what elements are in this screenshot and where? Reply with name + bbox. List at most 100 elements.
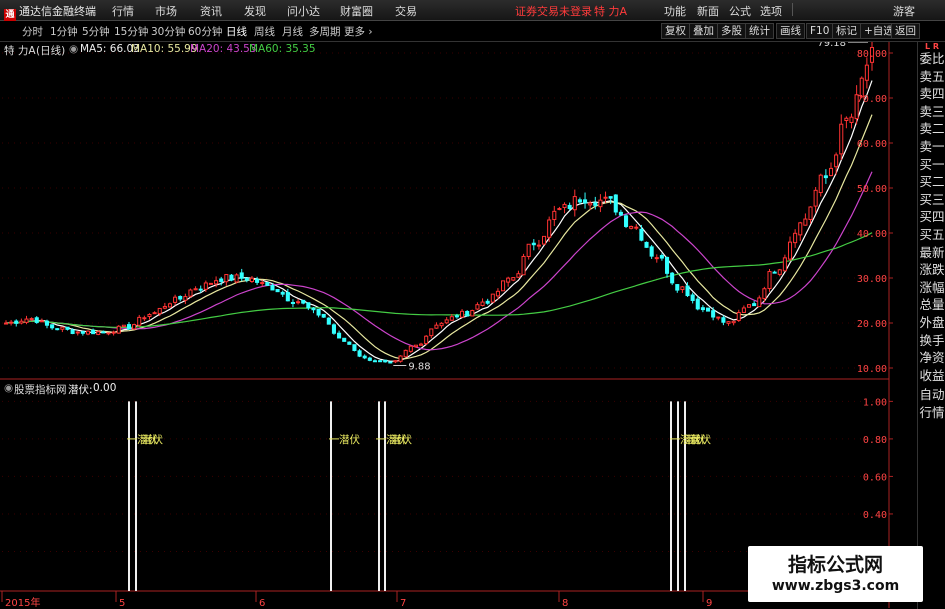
signal-bar-2 — [330, 401, 332, 591]
back-button[interactable]: 返回 — [891, 23, 920, 39]
up-candle — [75, 331, 80, 334]
sidebar-item-8[interactable]: 买三 — [918, 189, 945, 208]
up-candle — [111, 331, 116, 334]
menu-trade[interactable]: 交易 — [395, 3, 417, 19]
menu-formula[interactable]: 公式 — [729, 3, 751, 19]
current-stock: 特 力A — [594, 5, 628, 18]
sidebar-item-14[interactable]: 总量 — [918, 294, 945, 313]
adjust-button[interactable]: 复权 — [661, 23, 690, 39]
tab-30min[interactable]: 30分钟 — [151, 24, 185, 39]
up-candle — [716, 316, 721, 319]
menu-quotes[interactable]: 行情 — [112, 3, 134, 19]
menu-discover[interactable]: 发现 — [244, 3, 266, 19]
app-title: 通达信金融终端 — [19, 5, 96, 18]
up-candle — [106, 332, 111, 335]
f10-button[interactable]: F10 — [806, 23, 834, 39]
draw-line-button[interactable]: 画线 — [776, 23, 805, 39]
sidebar-item-11[interactable]: 最新 — [918, 242, 945, 261]
indicator-settings-icon[interactable]: ◉ — [4, 382, 13, 394]
indicator-name: 潜伏: — [68, 384, 93, 396]
tab-multi-period[interactable]: 多周期 — [309, 24, 341, 39]
up-candle — [444, 319, 449, 324]
signal-bar-0 — [128, 401, 130, 591]
sidebar-item-1[interactable]: 卖五 — [918, 66, 945, 85]
up-candle — [460, 310, 465, 318]
quote-sidebar: L R 委比 卖五 卖四 卖三 卖二 卖一 买一 买二 买三 买四 买五 最新 涨跌 涨幅 总量 外盘 换手 净资… — [917, 42, 945, 609]
up-candle — [521, 255, 526, 276]
ma20-label: MA20: 43.53 — [190, 43, 257, 55]
tab-daily[interactable]: 日线 — [226, 24, 247, 39]
menu-ask[interactable]: 问小达 — [287, 3, 320, 19]
high-price-label: 79.18 — [817, 42, 846, 49]
down-candle — [659, 255, 664, 259]
down-candle — [567, 204, 572, 210]
up-candle — [798, 222, 803, 236]
sidebar-item-15[interactable]: 外盘 — [918, 312, 945, 331]
down-candle — [675, 284, 680, 291]
settings-icon[interactable]: ◉ — [69, 43, 78, 55]
up-candle — [803, 218, 808, 226]
price-tick-label-3: 50.00 — [857, 184, 887, 195]
sidebar-item-18[interactable]: 收益 — [918, 365, 945, 384]
tab-weekly[interactable]: 周线 — [254, 24, 275, 39]
sidebar-item-12[interactable]: 涨跌 — [918, 259, 945, 278]
up-candle — [834, 154, 839, 168]
up-candle — [419, 343, 424, 346]
tab-5min[interactable]: 5分钟 — [82, 24, 110, 39]
app-logo-icon: 通 — [4, 9, 16, 21]
menu-new-page[interactable]: 新面 — [697, 3, 719, 19]
sidebar-item-7[interactable]: 买二 — [918, 171, 945, 190]
tab-15min[interactable]: 15分钟 — [114, 24, 148, 39]
down-candle — [357, 350, 362, 357]
price-tick-label-2: 60.00 — [857, 139, 887, 150]
sidebar-item-9[interactable]: 买四 — [918, 206, 945, 225]
tab-1min[interactable]: 1分钟 — [50, 24, 78, 39]
overlay-button[interactable]: 叠加 — [689, 23, 718, 39]
signal-bar-4 — [384, 401, 386, 591]
down-candle — [352, 344, 357, 351]
sidebar-item-16[interactable]: 换手 — [918, 330, 945, 349]
up-candle — [782, 257, 787, 272]
menu-news[interactable]: 资讯 — [200, 3, 222, 19]
price-tick-label-0: 80.00 — [857, 49, 887, 60]
tab-60min[interactable]: 60分钟 — [188, 24, 222, 39]
sidebar-item-2[interactable]: 卖四 — [918, 83, 945, 102]
tab-monthly[interactable]: 月线 — [282, 24, 303, 39]
menu-market[interactable]: 市场 — [155, 3, 177, 19]
signal-label: 潜伏 — [690, 433, 711, 446]
sidebar-bottom-1[interactable]: 行情 — [918, 402, 945, 421]
multi-stock-button[interactable]: 多股 — [717, 23, 746, 39]
up-candle — [501, 280, 506, 292]
down-candle — [255, 278, 260, 283]
menu-options[interactable]: 选项 — [760, 3, 782, 19]
mark-button[interactable]: 标记 — [832, 23, 861, 39]
sidebar-item-0[interactable]: 委比 — [918, 48, 945, 67]
sidebar-bottom-0[interactable]: 自动 — [918, 384, 945, 403]
x-tick-label-4: 8 — [562, 598, 568, 609]
up-candle — [96, 331, 101, 335]
up-candle — [526, 243, 531, 257]
kline-chart[interactable]: 80.0070.0060.0050.0040.0030.0020.0010.00… — [0, 42, 917, 609]
sidebar-item-13[interactable]: 涨幅 — [918, 277, 945, 296]
login-status[interactable]: 证券交易未登录 — [515, 3, 592, 19]
sidebar-item-3[interactable]: 卖三 — [918, 101, 945, 120]
down-candle — [705, 307, 711, 312]
x-tick-label-5: 9 — [706, 598, 712, 609]
sidebar-item-17[interactable]: 净资 — [918, 347, 945, 366]
up-candle — [793, 232, 798, 244]
sidebar-item-10[interactable]: 买五 — [918, 224, 945, 243]
sidebar-item-5[interactable]: 卖一 — [918, 136, 945, 155]
sidebar-item-6[interactable]: 买一 — [918, 154, 945, 173]
tab-more[interactable]: 更多 › — [344, 24, 373, 39]
up-candle — [864, 64, 869, 81]
tab-intraday[interactable]: 分时 — [22, 24, 43, 39]
menu-function[interactable]: 功能 — [664, 3, 686, 19]
stats-button[interactable]: 统计 — [745, 23, 774, 39]
menu-wealth[interactable]: 财富圈 — [340, 3, 373, 19]
menu-guest[interactable]: 游客 — [893, 3, 915, 19]
up-candle — [470, 310, 475, 317]
sidebar-item-4[interactable]: 卖二 — [918, 118, 945, 137]
up-candle — [536, 244, 541, 247]
up-candle — [3, 322, 9, 325]
up-candle — [173, 296, 178, 303]
